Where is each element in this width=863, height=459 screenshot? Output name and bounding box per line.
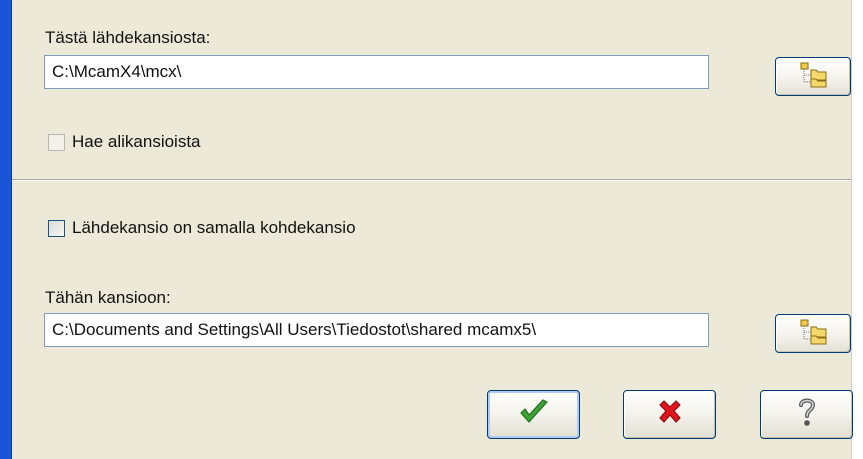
same-folder-checkbox-label: Lähdekansio on samalla kohdekansio: [72, 218, 356, 237]
source-browse-button[interactable]: [775, 57, 851, 96]
same-folder-checkbox[interactable]: [48, 219, 65, 237]
folder-tree-icon: [797, 60, 829, 93]
help-button[interactable]: [760, 390, 853, 439]
target-folder-input[interactable]: [44, 313, 709, 347]
section-separator: [12, 179, 851, 181]
target-browse-button[interactable]: [775, 314, 851, 353]
subfolders-checkbox-label: Hae alikansioista: [72, 132, 201, 151]
same-folder-checkbox-row[interactable]: Lähdekansio on samalla kohdekansio: [48, 218, 356, 238]
cancel-button[interactable]: [623, 390, 716, 439]
green-checkmark-icon: [517, 397, 551, 432]
subfolders-checkbox-row[interactable]: Hae alikansioista: [48, 132, 201, 152]
question-mark-icon: [793, 395, 821, 434]
target-folder-label: Tähän kansioon:: [45, 288, 171, 307]
window-frame-right: [851, 0, 863, 459]
source-folder-input[interactable]: [44, 55, 709, 89]
folder-tree-icon: [797, 317, 829, 350]
source-folder-label: Tästä lähdekansiosta:: [45, 28, 211, 47]
red-x-icon: [655, 397, 685, 432]
subfolders-checkbox[interactable]: [48, 133, 65, 151]
ok-button[interactable]: [487, 390, 580, 439]
window-frame-left: [0, 0, 12, 459]
